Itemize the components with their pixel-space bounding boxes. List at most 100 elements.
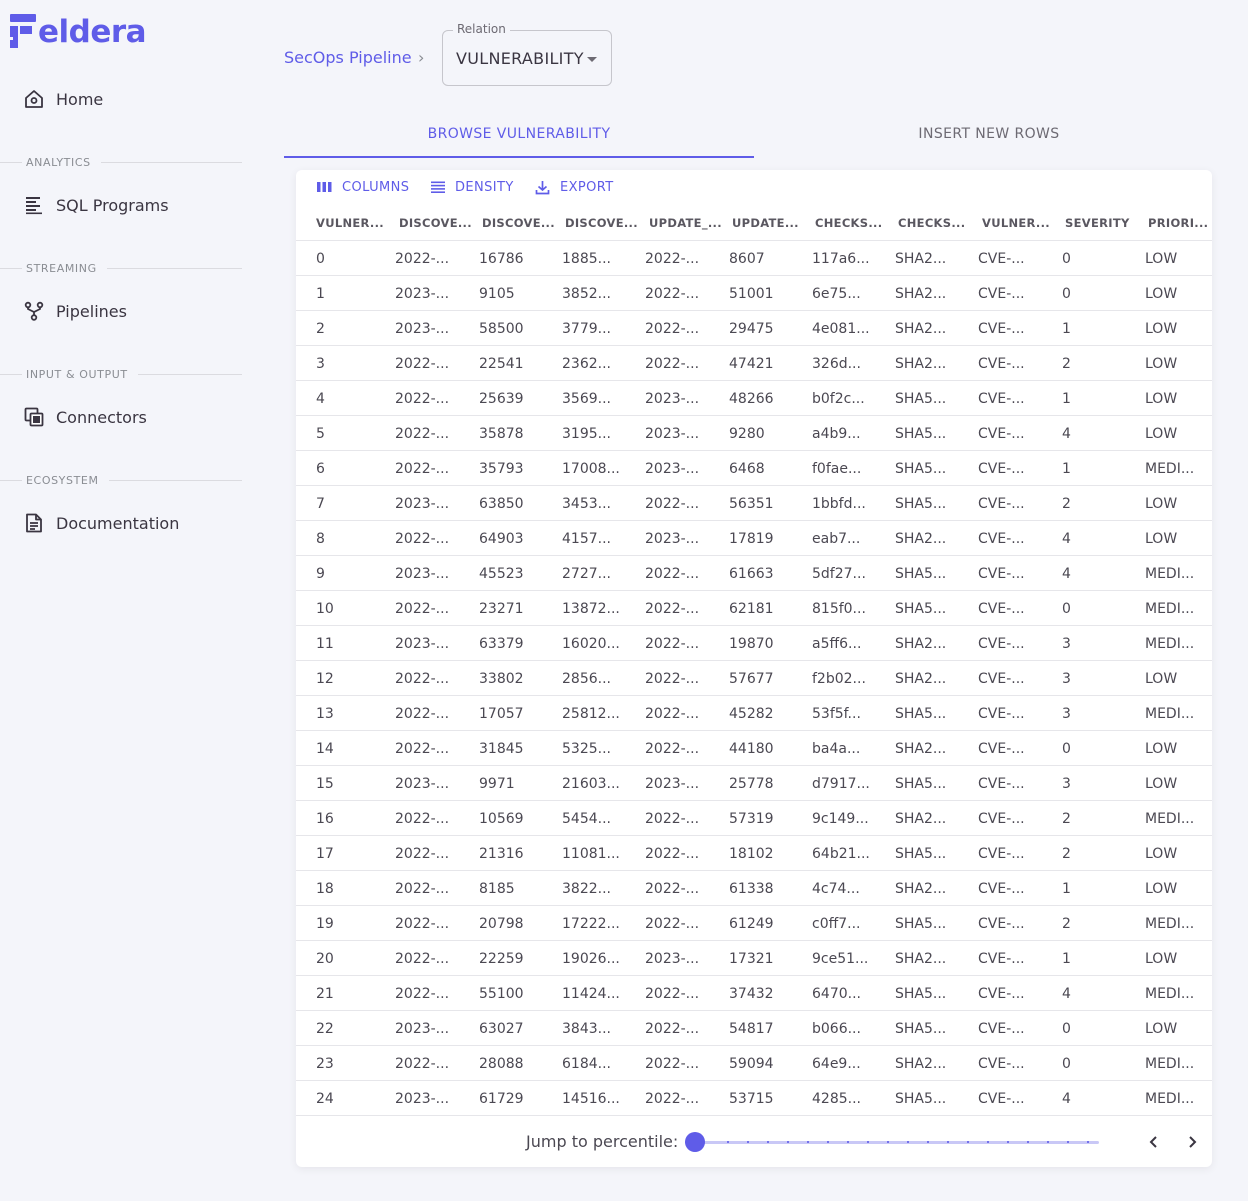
table-row[interactable]: 20 2022-... 22259 19026... 2023-... 17321 9ce5… — [296, 941, 1212, 976]
table-cell[interactable]: 2022-... — [645, 871, 725, 906]
table-cell[interactable]: 2022-... — [645, 276, 725, 311]
table-cell[interactable]: 64903 — [479, 521, 559, 556]
table-cell[interactable]: 9280 — [729, 416, 809, 451]
table-cell[interactable]: 64b21... — [812, 836, 892, 871]
table-cell[interactable]: 3852... — [562, 276, 642, 311]
table-cell[interactable]: f0fae... — [812, 451, 892, 486]
table-cell[interactable]: 2022-... — [395, 661, 475, 696]
table-cell[interactable]: SHA5... — [895, 451, 975, 486]
table-cell[interactable]: 61249 — [729, 906, 809, 941]
table-cell[interactable]: 4157... — [562, 521, 642, 556]
sidebar-item-documentation[interactable]: Documentation — [24, 509, 179, 537]
table-cell[interactable]: SHA5... — [895, 416, 975, 451]
sidebar-item-pipelines[interactable]: Pipelines — [24, 297, 127, 325]
table-cell[interactable]: LOW — [1145, 941, 1209, 976]
table-cell[interactable]: 4e081... — [812, 311, 892, 346]
table-cell[interactable]: SHA5... — [895, 556, 975, 591]
table-cell[interactable]: 3195... — [562, 416, 642, 451]
table-cell[interactable]: CVE-... — [978, 1011, 1058, 1046]
table-cell[interactable]: 4 — [316, 381, 396, 416]
feldera-logo[interactable]: eldera — [10, 12, 147, 50]
table-cell[interactable]: c0ff7... — [812, 906, 892, 941]
table-cell[interactable]: 12 — [316, 661, 396, 696]
table-cell[interactable]: SHA2... — [895, 311, 975, 346]
table-cell[interactable]: 2022-... — [645, 696, 725, 731]
table-cell[interactable]: 57677 — [729, 661, 809, 696]
table-cell[interactable]: SHA5... — [895, 1011, 975, 1046]
table-cell[interactable]: 22541 — [479, 346, 559, 381]
table-cell[interactable]: SHA5... — [895, 1081, 975, 1116]
table-cell[interactable]: 1 — [316, 276, 396, 311]
table-cell[interactable]: 11081... — [562, 836, 642, 871]
table-cell[interactable]: 6184... — [562, 1046, 642, 1081]
table-cell[interactable]: 0 — [1062, 276, 1142, 311]
table-cell[interactable]: SHA5... — [895, 486, 975, 521]
table-cell[interactable]: 5df27... — [812, 556, 892, 591]
table-cell[interactable]: 28088 — [479, 1046, 559, 1081]
table-row[interactable]: 15 2023-... 9971 21603... 2023-... 25778 d7917… — [296, 766, 1212, 801]
table-cell[interactable]: 2022-... — [645, 976, 725, 1011]
table-cell[interactable]: SHA5... — [895, 766, 975, 801]
table-cell[interactable]: 16020... — [562, 626, 642, 661]
table-cell[interactable]: 8 — [316, 521, 396, 556]
table-cell[interactable]: LOW — [1145, 381, 1209, 416]
table-cell[interactable]: 2023-... — [645, 521, 725, 556]
table-cell[interactable]: CVE-... — [978, 486, 1058, 521]
columns-button[interactable]: COLUMNS — [317, 178, 409, 196]
table-cell[interactable]: 2022-... — [645, 661, 725, 696]
table-cell[interactable]: CVE-... — [978, 731, 1058, 766]
table-cell[interactable]: 0 — [1062, 241, 1142, 276]
table-cell[interactable]: 51001 — [729, 276, 809, 311]
table-cell[interactable]: 2727... — [562, 556, 642, 591]
table-cell[interactable]: 14516... — [562, 1081, 642, 1116]
table-cell[interactable]: 2022-... — [645, 1081, 725, 1116]
table-cell[interactable]: 2023-... — [395, 1011, 475, 1046]
column-header[interactable]: SEVERITY — [1065, 204, 1143, 241]
table-cell[interactable]: 2022-... — [395, 801, 475, 836]
table-cell[interactable]: MEDI... — [1145, 591, 1209, 626]
table-row[interactable]: 1 2023-... 9105 3852... 2022-... 51001 6e75...… — [296, 276, 1212, 311]
table-row[interactable]: 16 2022-... 10569 5454... 2022-... 57319 9c149… — [296, 801, 1212, 836]
table-cell[interactable]: 15 — [316, 766, 396, 801]
table-cell[interactable]: SHA2... — [895, 871, 975, 906]
table-cell[interactable]: 17222... — [562, 906, 642, 941]
table-cell[interactable]: 35878 — [479, 416, 559, 451]
table-cell[interactable]: 2023-... — [645, 416, 725, 451]
table-cell[interactable]: 2023-... — [395, 486, 475, 521]
table-cell[interactable]: 33802 — [479, 661, 559, 696]
table-cell[interactable]: CVE-... — [978, 626, 1058, 661]
tab-browse[interactable]: BROWSE VULNERABILITY — [284, 110, 754, 158]
table-row[interactable]: 23 2022-... 28088 6184... 2022-... 59094 64e9.… — [296, 1046, 1212, 1081]
table-cell[interactable]: 2 — [1062, 346, 1142, 381]
table-cell[interactable]: 17819 — [729, 521, 809, 556]
table-cell[interactable]: 21316 — [479, 836, 559, 871]
table-cell[interactable]: 2022-... — [395, 381, 475, 416]
table-cell[interactable]: 2856... — [562, 661, 642, 696]
table-cell[interactable]: 2023-... — [395, 556, 475, 591]
table-cell[interactable]: 45282 — [729, 696, 809, 731]
table-cell[interactable]: 37432 — [729, 976, 809, 1011]
table-cell[interactable]: SHA2... — [895, 661, 975, 696]
table-row[interactable]: 17 2022-... 21316 11081... 2022-... 18102 64b2… — [296, 836, 1212, 871]
table-cell[interactable]: 2 — [1062, 836, 1142, 871]
table-cell[interactable]: 2022-... — [645, 626, 725, 661]
table-cell[interactable]: 2022-... — [645, 906, 725, 941]
table-cell[interactable]: 2022-... — [395, 906, 475, 941]
previous-page-button[interactable] — [1141, 1130, 1165, 1154]
table-cell[interactable]: 17008... — [562, 451, 642, 486]
table-cell[interactable]: 54817 — [729, 1011, 809, 1046]
column-header[interactable]: VULNER... — [982, 204, 1060, 241]
table-cell[interactable]: CVE-... — [978, 1081, 1058, 1116]
table-row[interactable]: 9 2023-... 45523 2727... 2022-... 61663 5df27.… — [296, 556, 1212, 591]
table-cell[interactable]: 4 — [1062, 521, 1142, 556]
column-header[interactable]: UPDATE... — [732, 204, 810, 241]
table-cell[interactable]: 2 — [1062, 486, 1142, 521]
table-cell[interactable]: 24 — [316, 1081, 396, 1116]
table-cell[interactable]: MEDI... — [1145, 1046, 1209, 1081]
table-cell[interactable]: 17 — [316, 836, 396, 871]
table-cell[interactable]: 6468 — [729, 451, 809, 486]
column-header[interactable]: VULNER... — [316, 204, 394, 241]
table-cell[interactable]: 64e9... — [812, 1046, 892, 1081]
table-cell[interactable]: 3569... — [562, 381, 642, 416]
table-cell[interactable]: 16 — [316, 801, 396, 836]
